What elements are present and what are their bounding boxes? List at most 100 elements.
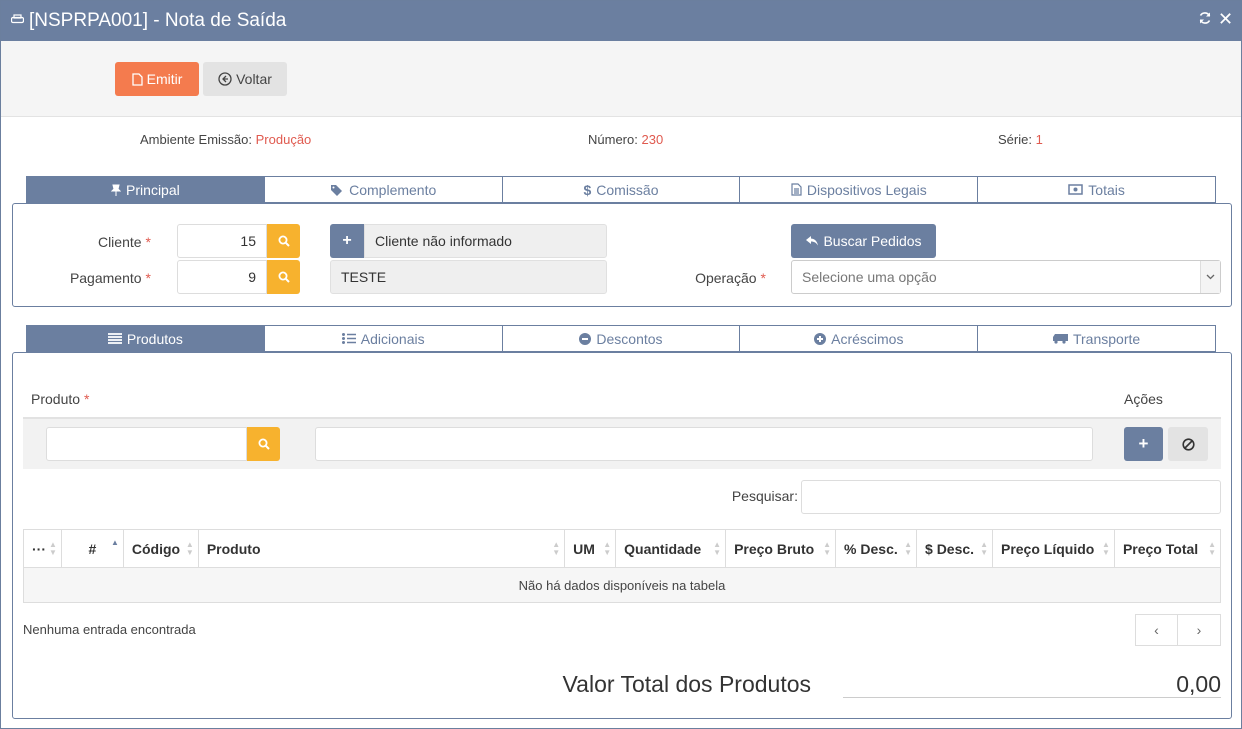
tab-label: Descontos — [596, 330, 663, 347]
col-label: $ Desc. — [925, 540, 975, 557]
prev-page-button[interactable]: ‹ — [1136, 615, 1178, 645]
col-label: Código — [131, 540, 181, 557]
back-button[interactable]: Voltar — [203, 62, 287, 96]
col-produto[interactable]: Produto ▲ ▼ — [197, 529, 566, 568]
emit-button[interactable]: Emitir — [115, 62, 199, 96]
produto-search-button[interactable] — [247, 427, 280, 461]
serie-value: 1 — [1035, 132, 1043, 147]
col-preco-total[interactable]: Preço Total ▲ ▼ — [1113, 529, 1222, 568]
pagamento-name-field: TESTE — [330, 260, 607, 294]
buscar-pedidos-button[interactable]: Buscar Pedidos — [791, 224, 936, 258]
pagamento-label: Pagamento * — [31, 270, 151, 286]
produto-header-label: Produto * — [31, 391, 90, 407]
col-label: Preço Bruto — [734, 540, 815, 557]
sort-icon: ▲ ▼ — [980, 540, 988, 557]
list-icon — [107, 333, 122, 344]
serie-info: Série: 1 — [998, 132, 1043, 147]
required-mark: * — [145, 270, 151, 286]
title-bar: [NSPRPA001] - Nota de Saída ✕ — [1, 1, 1241, 41]
pesquisar-label: Pesquisar: — [731, 488, 798, 504]
tab-label: Adicionais — [360, 330, 425, 347]
col-perc-desc[interactable]: % Desc. ▲ ▼ — [835, 529, 918, 568]
total-label: Valor Total dos Produtos — [562, 671, 811, 697]
numero-label: Número: — [588, 132, 638, 147]
pesquisar-input[interactable] — [801, 480, 1221, 514]
tab-adicionais[interactable]: Adicionais — [264, 325, 503, 352]
add-produto-button[interactable]: + — [1124, 427, 1163, 461]
operacao-label: Operação * — [651, 270, 766, 286]
col-label: UM — [573, 540, 595, 557]
tab-produtos[interactable]: Produtos — [26, 325, 265, 352]
tab-label: Totais — [1088, 181, 1125, 198]
dollar-icon: $ — [583, 181, 592, 198]
col-actions[interactable]: ··· ▲ ▼ — [23, 529, 62, 568]
cliente-search-button[interactable] — [267, 224, 300, 258]
pagamento-search-button[interactable] — [267, 260, 300, 294]
ambiente-label: Ambiente Emissão: — [140, 132, 252, 147]
arrow-circle-left-icon — [218, 72, 232, 86]
ban-icon — [1181, 437, 1195, 451]
pin-icon — [111, 184, 122, 196]
list-ul-icon — [341, 333, 356, 344]
window-title-text: [NSPRPA001] - Nota de Saída — [29, 10, 287, 31]
tags-icon — [331, 184, 343, 196]
tab-descontos[interactable]: Descontos — [502, 325, 741, 352]
sort-icon: ▲ ▼ — [823, 540, 832, 557]
close-icon[interactable]: ✕ — [1218, 9, 1233, 30]
money-icon — [1068, 184, 1084, 195]
produto-description-input[interactable] — [315, 427, 1093, 461]
col-preco-bruto[interactable]: Preço Bruto ▲ ▼ — [725, 529, 837, 568]
tab-label: Dispositivos Legais — [806, 181, 927, 198]
col-label: Preço Total — [1122, 540, 1199, 557]
operacao-label-text: Operação — [695, 270, 757, 286]
window: [NSPRPA001] - Nota de Saída ✕ Emitir Vol… — [0, 0, 1242, 729]
col-codigo[interactable]: Código ▲ ▼ — [122, 529, 199, 568]
col-label: Preço Líquido — [1000, 540, 1095, 557]
sort-icon: ▲ ▼ — [904, 540, 913, 557]
refresh-icon[interactable] — [1198, 11, 1212, 29]
buscar-pedidos-label: Buscar Pedidos — [823, 233, 922, 249]
plus-icon: + — [342, 232, 352, 249]
next-page-button[interactable]: › — [1178, 615, 1220, 645]
acoes-header-label: Ações — [1124, 391, 1163, 407]
tab-transporte[interactable]: Transporte — [978, 325, 1216, 352]
col-index[interactable]: # ▲ — [60, 529, 124, 568]
numero-info: Número: 230 — [588, 132, 663, 147]
search-icon — [278, 235, 290, 247]
tab-acrescimos[interactable]: Acréscimos — [740, 325, 979, 352]
produtos-table: ··· ▲ ▼ # ▲ Código ▲ ▼ Produto ▲ ▼ UM ▲ ▼ Quantid… — [23, 529, 1222, 603]
tab-complemento[interactable]: Complemento — [264, 176, 503, 203]
window-title: [NSPRPA001] - Nota de Saída — [10, 10, 287, 32]
add-cliente-button[interactable]: + — [330, 224, 364, 258]
tab-comissao[interactable]: $ Comissão — [502, 176, 741, 203]
operacao-select[interactable]: Selecione uma opção — [791, 260, 1221, 294]
pagamento-code-input[interactable]: 9 — [177, 260, 267, 294]
sort-icon: ▲ ▼ — [49, 540, 57, 557]
clear-produto-button[interactable] — [1168, 427, 1208, 461]
file-text-icon — [791, 183, 802, 196]
tab-dispositivos-legais[interactable]: Dispositivos Legais — [740, 176, 979, 203]
cliente-name-field: Cliente não informado — [364, 224, 607, 258]
col-um[interactable]: UM ▲ ▼ — [564, 529, 617, 568]
cliente-code-input[interactable]: 15 — [177, 224, 267, 258]
required-mark: * — [145, 234, 151, 250]
sort-icon: ▲ ▼ — [1208, 540, 1216, 557]
col-label: # — [88, 540, 97, 557]
col-quantidade[interactable]: Quantidade ▲ ▼ — [615, 529, 727, 568]
serie-label: Série: — [998, 132, 1032, 147]
empty-table-message: Não há dados disponíveis na tabela — [23, 567, 1221, 603]
printer-icon — [10, 14, 25, 28]
reply-icon — [806, 236, 819, 246]
truck-icon — [1052, 334, 1068, 344]
col-preco-liquido[interactable]: Preço Líquido ▲ ▼ — [991, 529, 1115, 568]
tab-label: Principal — [126, 181, 180, 198]
tab-principal[interactable]: Principal — [26, 176, 265, 203]
tab-label: Produtos — [126, 330, 183, 347]
minus-circle-icon — [579, 332, 592, 345]
sort-icon: ▲ ▼ — [1102, 540, 1110, 557]
produto-code-input[interactable] — [46, 427, 247, 461]
chevron-down-icon — [1200, 261, 1220, 293]
col-valor-desc[interactable]: $ Desc. ▲ ▼ — [916, 529, 993, 568]
tab-totais[interactable]: Totais — [978, 176, 1216, 203]
ambiente-info: Ambiente Emissão: Produção — [140, 132, 311, 147]
